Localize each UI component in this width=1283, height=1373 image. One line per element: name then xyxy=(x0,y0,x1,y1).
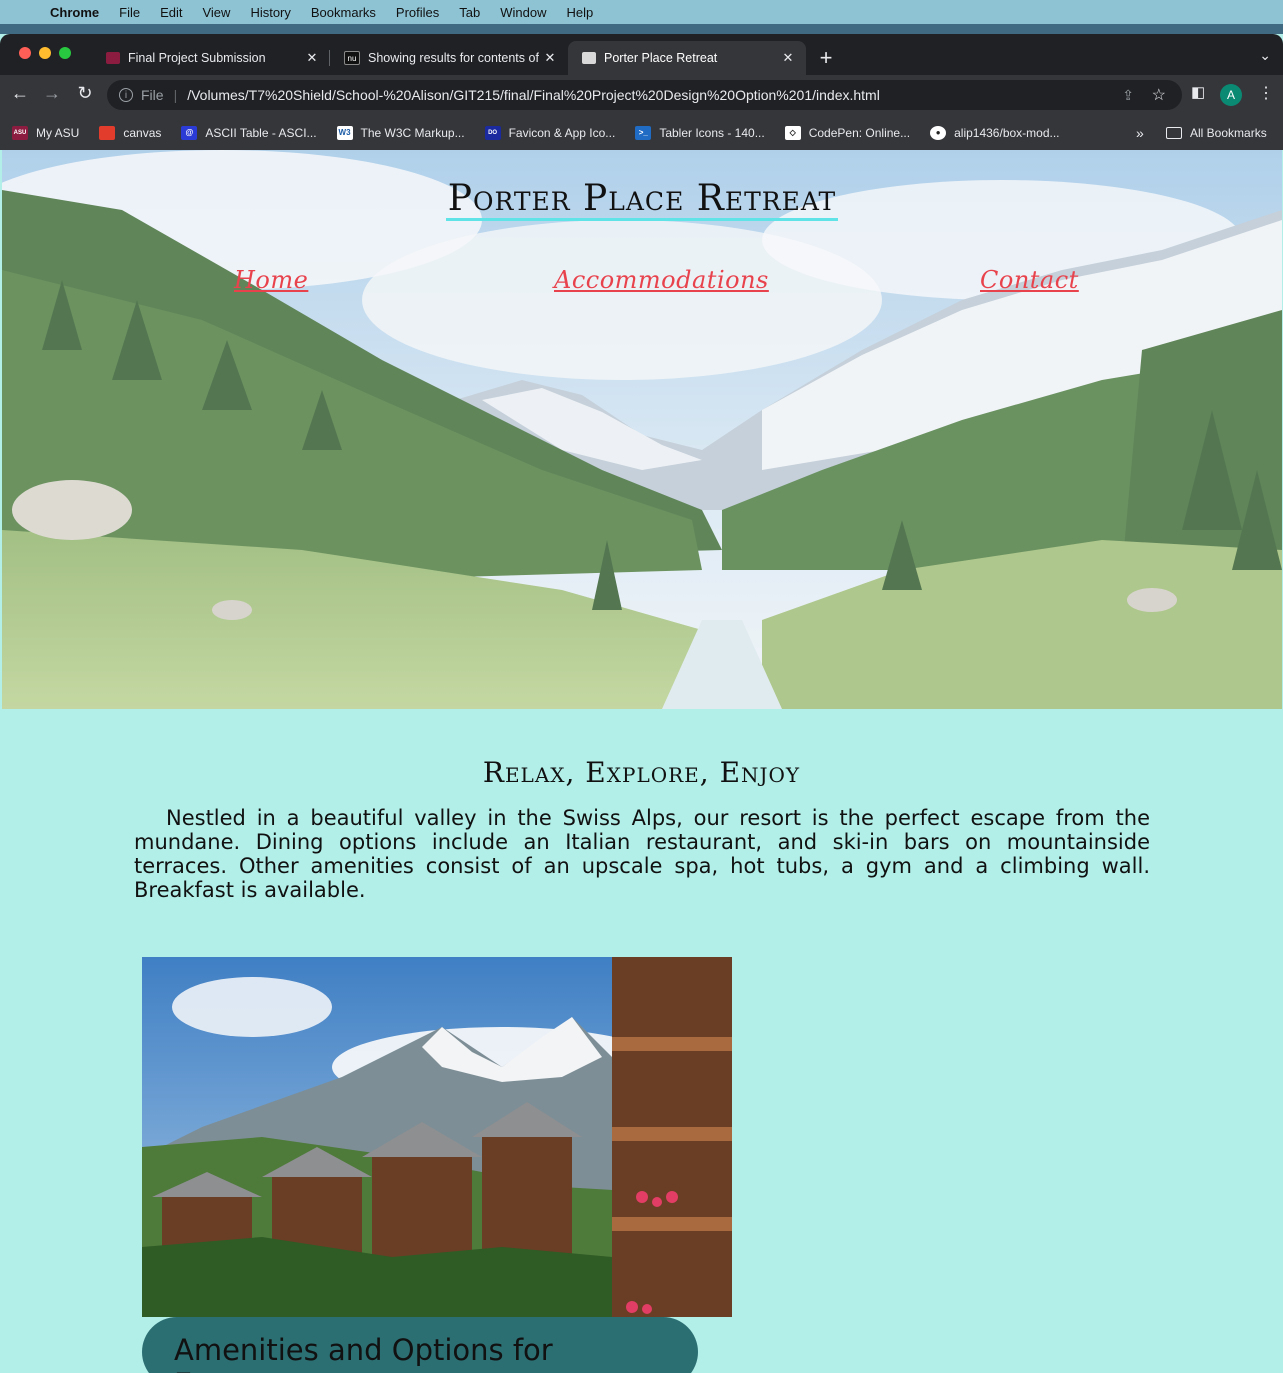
folder-icon xyxy=(1166,126,1182,139)
asu-favicon-icon xyxy=(106,52,120,64)
tab-porter-place[interactable]: Porter Place Retreat ✕ xyxy=(568,41,806,75)
zoom-window-icon[interactable] xyxy=(59,47,71,59)
github-icon: ● xyxy=(930,125,947,140)
tab-showing-results[interactable]: nu Showing results for contents of ✕ xyxy=(330,41,568,75)
favicon-icon: DO xyxy=(484,125,501,140)
all-bookmarks-button[interactable]: All Bookmarks xyxy=(1166,126,1267,140)
site-favicon-icon xyxy=(582,52,596,64)
bookmark-github[interactable]: ● alip1436/box-mod... xyxy=(930,125,1060,140)
url-scheme: File xyxy=(141,87,164,103)
village-chalets-image xyxy=(142,957,732,1317)
desktop-background xyxy=(0,24,1283,34)
tab-strip: Final Project Submission ✕ nu Showing re… xyxy=(92,41,840,75)
bookmark-w3c[interactable]: W3 The W3C Markup... xyxy=(336,125,465,140)
tab-final-project[interactable]: Final Project Submission ✕ xyxy=(92,41,330,75)
web-page: Porter Place Retreat Home Accommodations… xyxy=(0,150,1283,1373)
bookmark-label: Tabler Icons - 140... xyxy=(659,125,765,140)
tab-title: Final Project Submission xyxy=(128,51,266,65)
bookmark-label: canvas xyxy=(123,125,162,140)
address-bar[interactable]: i File | /Volumes/T7%20Shield/School-%20… xyxy=(107,80,1182,110)
tab-search-chevron-icon[interactable]: ⌄ xyxy=(1259,47,1271,64)
nu-favicon-icon: nu xyxy=(344,51,360,65)
intro-paragraph: Nestled in a beautiful valley in the Swi… xyxy=(134,806,1150,902)
codepen-icon: ◇ xyxy=(784,125,801,140)
back-icon[interactable]: ← xyxy=(8,83,32,104)
url-divider: | xyxy=(173,87,178,103)
share-icon[interactable]: ⇪ xyxy=(1122,87,1134,104)
browser-window-frame: Final Project Submission ✕ nu Showing re… xyxy=(0,34,1283,151)
more-menu-icon[interactable]: ⋮ xyxy=(1258,83,1274,103)
alpine-valley-image xyxy=(2,150,1282,709)
menu-history[interactable]: History xyxy=(250,5,290,20)
bookmark-star-icon[interactable]: ☆ xyxy=(1152,85,1166,105)
nav-link-home[interactable]: Home xyxy=(234,266,308,294)
w3c-icon: W3 xyxy=(336,125,353,140)
amenities-caption: Amenities and Options for Everyone xyxy=(142,1317,698,1373)
profile-avatar[interactable]: A xyxy=(1220,84,1242,106)
menu-app-name[interactable]: Chrome xyxy=(50,5,99,20)
hero-banner: Porter Place Retreat Home Accommodations… xyxy=(2,150,1282,709)
bookmark-canvas[interactable]: canvas xyxy=(99,125,162,140)
close-window-icon[interactable] xyxy=(19,47,31,59)
caption-text: Amenities and Options for Everyone xyxy=(174,1333,553,1373)
nav-link-contact[interactable]: Contact xyxy=(980,266,1079,294)
os-menu-bar: Chrome File Edit View History Bookmarks … xyxy=(0,0,1283,24)
reload-icon[interactable]: ↻ xyxy=(73,83,97,104)
tab-title: Porter Place Retreat xyxy=(604,51,718,65)
bookmark-label: My ASU xyxy=(36,125,80,140)
close-tab-icon[interactable]: ✕ xyxy=(780,50,796,66)
all-bookmarks-label: All Bookmarks xyxy=(1190,125,1267,140)
bookmark-label: Favicon & App Ico... xyxy=(508,125,616,140)
bookmarks-overflow-icon[interactable]: » xyxy=(1136,125,1144,141)
close-tab-icon[interactable]: ✕ xyxy=(542,50,558,66)
menu-tab[interactable]: Tab xyxy=(459,5,480,20)
menu-view[interactable]: View xyxy=(202,5,230,20)
url-text[interactable]: /Volumes/T7%20Shield/School-%20Alison/GI… xyxy=(187,87,880,103)
bookmark-codepen[interactable]: ◇ CodePen: Online... xyxy=(784,125,911,140)
menu-bookmarks[interactable]: Bookmarks xyxy=(311,5,376,20)
section-heading: Relax, Explore, Enjoy xyxy=(482,756,801,789)
asu-icon: ASU xyxy=(12,125,28,140)
browser-toolbar: ← → ↻ i File | /Volumes/T7%20Shield/Scho… xyxy=(0,75,1283,115)
bookmark-label: ASCII Table - ASCI... xyxy=(205,125,317,140)
nav-link-accommodations[interactable]: Accommodations xyxy=(554,266,769,294)
site-title: Porter Place Retreat xyxy=(2,178,1282,221)
menu-edit[interactable]: Edit xyxy=(160,5,182,20)
side-panel-icon[interactable]: ◧ xyxy=(1191,83,1205,101)
bookmark-favicon[interactable]: DO Favicon & App Ico... xyxy=(484,125,616,140)
ascii-icon: @ xyxy=(181,125,198,140)
forward-icon[interactable]: → xyxy=(40,83,64,104)
menu-help[interactable]: Help xyxy=(567,5,594,20)
window-controls xyxy=(19,47,71,59)
site-info-icon[interactable]: i xyxy=(119,88,133,102)
tabler-icon: >_ xyxy=(635,125,652,140)
chalets-photo xyxy=(142,957,732,1317)
tab-title: Showing results for contents of xyxy=(368,51,539,65)
bookmarks-bar: ASU My ASU canvas @ ASCII Table - ASCI..… xyxy=(0,115,1283,151)
menu-window[interactable]: Window xyxy=(500,5,546,20)
bookmark-label: alip1436/box-mod... xyxy=(954,125,1060,140)
bookmark-tabler[interactable]: >_ Tabler Icons - 140... xyxy=(635,125,765,140)
bookmark-ascii-table[interactable]: @ ASCII Table - ASCI... xyxy=(181,125,317,140)
new-tab-icon[interactable]: + xyxy=(812,41,840,75)
site-title-text: Porter Place Retreat xyxy=(445,178,839,221)
menu-profiles[interactable]: Profiles xyxy=(396,5,439,20)
canvas-icon xyxy=(99,125,116,140)
bookmark-label: CodePen: Online... xyxy=(808,125,911,140)
bookmark-label: The W3C Markup... xyxy=(360,125,465,140)
close-tab-icon[interactable]: ✕ xyxy=(304,50,320,66)
menu-file[interactable]: File xyxy=(119,5,140,20)
minimize-window-icon[interactable] xyxy=(39,47,51,59)
bookmark-my-asu[interactable]: ASU My ASU xyxy=(12,125,80,140)
